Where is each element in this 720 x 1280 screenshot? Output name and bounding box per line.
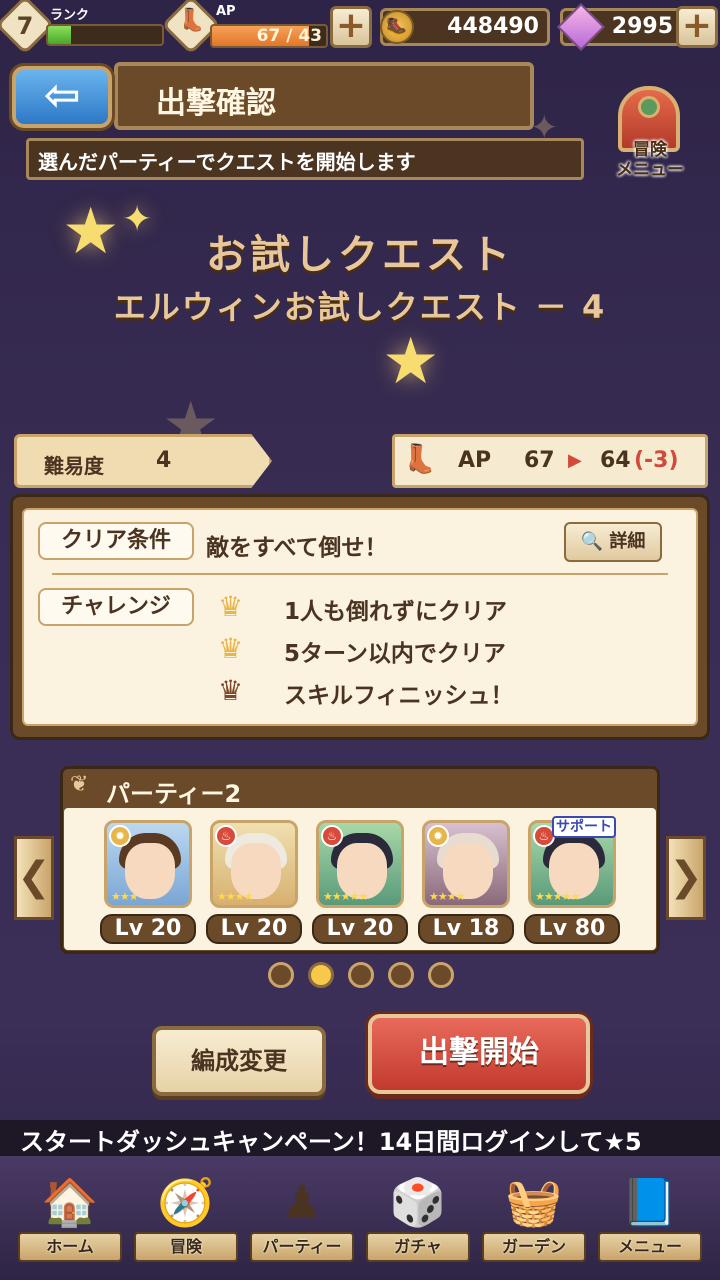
boot-icon: 👢 [402, 442, 437, 475]
nav-label: ガチャ [366, 1232, 470, 1262]
ap-cost-to: 64 [600, 448, 631, 473]
rarity-stars: ★★★ [111, 890, 139, 903]
star-decoration: ★ [382, 325, 440, 399]
light-element-icon: ✹ [427, 825, 449, 847]
ap-label: AP [216, 4, 236, 19]
party-prev-button[interactable]: ❮ [14, 836, 54, 920]
nav-garden[interactable]: 🧺 ガーデン [478, 1160, 590, 1272]
rarity-stars: ★★★★ [429, 890, 465, 903]
party-member[interactable]: ✹ ★★★★ [422, 820, 510, 908]
party-title: パーティー2 [106, 780, 242, 808]
door-window [638, 96, 660, 118]
page-dot-active[interactable] [308, 962, 334, 988]
page-title: 出撃確認 [156, 86, 276, 121]
fire-element-icon: ♨ [321, 825, 343, 847]
arrow-right-icon: ▶ [568, 450, 582, 471]
edit-party-button[interactable]: 編成変更 [152, 1026, 326, 1096]
divider [52, 573, 668, 575]
rarity-stars: ★★★★ [217, 890, 253, 903]
page-dot[interactable] [348, 962, 374, 988]
crown-icon: ♛ [218, 590, 244, 623]
member-level: Lv 20 [206, 914, 302, 944]
nav-gacha[interactable]: 🎲 ガチャ [362, 1160, 474, 1272]
support-badge: サポート [552, 816, 616, 838]
difficulty-value: 4 [156, 448, 172, 473]
rarity-stars: ★★★★★ [323, 890, 368, 903]
rarity-stars: ★★★★★ [535, 890, 580, 903]
quest-subtitle: エルウィンお試しクエスト － 4 [113, 288, 607, 326]
nav-label: パーティー [250, 1232, 354, 1262]
party-next-button[interactable]: ❯ [666, 836, 706, 920]
member-level: Lv 18 [418, 914, 514, 944]
scroll-icon: 🧭 [157, 1175, 215, 1229]
party-member[interactable]: ♨ ★★★★ [210, 820, 298, 908]
quest-title: お試しクエスト [206, 232, 514, 278]
nav-adventure[interactable]: 🧭 冒険 [130, 1160, 242, 1272]
ap-cost-from: 67 [524, 448, 555, 473]
magnifier-icon: 🔍 [580, 531, 604, 552]
page-dot[interactable] [268, 962, 294, 988]
challenge-item: 1人も倒れずにクリア [284, 599, 508, 625]
sparkle-decoration: ✦ [530, 108, 559, 148]
house-icon: 🏠 [41, 1175, 99, 1229]
nav-label: 冒険 [134, 1232, 238, 1262]
start-sortie-button[interactable]: 出撃開始 [368, 1014, 590, 1094]
chess-icon: ♟ [281, 1175, 323, 1229]
basket-icon: 🧺 [505, 1175, 563, 1229]
party-member[interactable]: ✹ ★★★ [104, 820, 192, 908]
fire-element-icon: ♨ [215, 825, 237, 847]
ap-cost-diff: (-3) [634, 448, 679, 473]
light-element-icon: ✹ [109, 825, 131, 847]
add-ap-button[interactable]: + [330, 6, 372, 48]
nav-party[interactable]: ♟ パーティー [246, 1160, 358, 1272]
ticker-text: スタートダッシュキャンペーン！14日間ログインして★5 [20, 1128, 642, 1156]
nav-label: ガーデン [482, 1232, 586, 1262]
detail-label: 詳細 [609, 531, 646, 552]
member-level: Lv 20 [312, 914, 408, 944]
crown-icon: ♛ [218, 632, 244, 665]
dice-icon: 🎲 [389, 1175, 447, 1229]
rank-progress-fill [48, 26, 71, 44]
back-button[interactable]: ⇦ [12, 66, 112, 128]
ap-value: 67 / 43 [256, 26, 322, 46]
clear-condition-text: 敵をすべて倒せ！ [206, 535, 388, 561]
rank-label: ランク [50, 8, 90, 23]
nav-label: メニュー [598, 1232, 702, 1262]
page-dot[interactable] [428, 962, 454, 988]
party-member[interactable]: ♨ ★★★★★ [316, 820, 404, 908]
book-icon: 📘 [621, 1175, 679, 1229]
leaf-icon: ❦ [70, 772, 89, 797]
clear-condition-tag: クリア条件 [38, 522, 194, 560]
nav-label: ホーム [18, 1232, 122, 1262]
member-level: Lv 20 [100, 914, 196, 944]
coin-icon: 🥾 [380, 10, 414, 44]
adventure-menu-label: 冒険 メニュー [616, 140, 684, 180]
add-gem-button[interactable]: + [676, 6, 718, 48]
boot-icon: 👢 [178, 8, 206, 33]
difficulty-label: 難易度 [44, 454, 104, 478]
challenge-item: スキルフィニッシュ！ [284, 683, 514, 709]
rank-level: 7 [16, 12, 34, 40]
nav-menu[interactable]: 📘 メニュー [594, 1160, 706, 1272]
member-level: Lv 80 [524, 914, 620, 944]
rank-progress-bar [46, 24, 164, 46]
crown-icon: ♛ [218, 674, 244, 707]
page-dot[interactable] [388, 962, 414, 988]
ap-cost-label: AP [458, 448, 492, 473]
challenge-tag: チャレンジ [38, 588, 194, 626]
detail-button[interactable]: 🔍 詳細 [564, 522, 662, 562]
challenge-item: 5ターン以内でクリア [284, 641, 506, 667]
nav-home[interactable]: 🏠 ホーム [14, 1160, 126, 1272]
page-subtitle: 選んだパーティーでクエストを開始します [38, 150, 416, 174]
